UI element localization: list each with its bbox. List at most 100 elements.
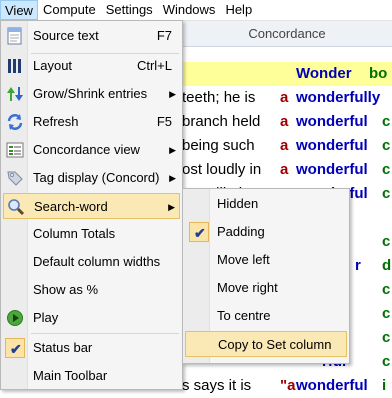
- menu-item-label: Hidden: [217, 196, 259, 211]
- concordance-article: a: [280, 137, 289, 154]
- concordance-keyword: wonderful: [296, 161, 368, 178]
- menu-item-shortcut: F5: [156, 114, 172, 129]
- concordance-right-context: c: [382, 353, 391, 370]
- concordance-keyword: wonderful: [296, 113, 368, 130]
- menu-compute[interactable]: Compute: [38, 0, 101, 20]
- columns-icon: [5, 56, 25, 76]
- concordance-context: ost loudly in: [182, 161, 262, 178]
- concordance-right-context: c: [382, 185, 391, 202]
- concordance-keyword: wonderful: [296, 137, 368, 154]
- submenu-item-hidden[interactable]: Hidden: [185, 191, 347, 217]
- menu-item-label: Main Toolbar: [33, 368, 108, 383]
- concordance-context: being such: [182, 137, 255, 154]
- menu-windows[interactable]: Windows: [158, 0, 221, 20]
- concordance-context: teeth; he is: [182, 89, 256, 106]
- menu-item-show-as-percent[interactable]: Show as %: [3, 277, 180, 303]
- grow-shrink-icon: [5, 84, 25, 104]
- menu-item-source-text[interactable]: Source text F7: [3, 23, 180, 49]
- menu-item-label: Move left: [217, 252, 270, 267]
- menu-item-play[interactable]: Play: [3, 305, 180, 331]
- menu-item-label: Move right: [217, 280, 278, 295]
- menu-item-status-bar[interactable]: ✔ Status bar: [3, 335, 180, 361]
- checkmark-icon: ✔: [189, 222, 209, 242]
- submenu-arrow-icon: ▶: [169, 89, 176, 99]
- concordance-right-context: i: [382, 377, 387, 394]
- submenu-item-padding[interactable]: ✔ Padding: [185, 219, 347, 245]
- concordance-row[interactable]: teeth; he is a wonderfully: [182, 86, 392, 110]
- concordance-right-context: c: [382, 137, 391, 154]
- play-icon: [5, 308, 25, 328]
- concordance-keyword: wonderfully: [296, 89, 381, 106]
- concordance-keyword: r: [355, 257, 361, 274]
- concordance-right-context: c: [382, 329, 391, 346]
- view-menu: Source text F7 Layout Ctrl+L Grow/Shrink…: [0, 20, 183, 390]
- menu-item-label: Default column widths: [33, 254, 161, 269]
- submenu-item-to-centre[interactable]: To centre: [185, 303, 347, 329]
- concordance-row[interactable]: branch held a wonderful c: [182, 110, 392, 134]
- tag-icon: [5, 168, 25, 188]
- search-word-submenu: Hidden ✔ Padding Move left Move right To…: [182, 188, 350, 364]
- menu-item-label: Tag display (Concord): [33, 170, 160, 185]
- menu-item-label: Concordance view: [33, 142, 140, 157]
- concordance-context: s says it is: [182, 377, 252, 394]
- menu-item-label: Grow/Shrink entries: [33, 86, 148, 101]
- concordance-context: branch held: [182, 113, 261, 130]
- concordance-article: a: [280, 89, 289, 106]
- concordance-right-context: c: [382, 281, 391, 298]
- refresh-icon: [5, 112, 25, 132]
- concordance-article: a: [280, 113, 289, 130]
- submenu-item-copy-to-set-column[interactable]: Copy to Set column: [185, 331, 347, 357]
- menu-item-label: Column Totals: [33, 226, 116, 241]
- magnifier-icon: [6, 197, 26, 217]
- header-post: bo: [369, 65, 388, 82]
- menu-item-refresh[interactable]: Refresh F5: [3, 109, 180, 135]
- menu-item-label: Copy to Set column: [218, 337, 332, 352]
- menu-item-search-word[interactable]: Search-word ▶: [3, 193, 180, 219]
- submenu-item-move-right[interactable]: Move right: [185, 275, 347, 301]
- concordance-keyword: wonderful: [296, 377, 368, 394]
- menu-item-concordance-view[interactable]: Concordance view ▶: [3, 137, 180, 163]
- separator: [31, 333, 179, 334]
- menu-item-column-totals[interactable]: Column Totals: [3, 221, 180, 247]
- menu-item-layout[interactable]: Layout Ctrl+L: [3, 53, 180, 79]
- menu-settings[interactable]: Settings: [101, 0, 158, 20]
- list-view-icon: [5, 140, 25, 160]
- document-icon: [5, 26, 25, 46]
- submenu-arrow-icon: ▶: [168, 202, 175, 212]
- menu-item-default-column-widths[interactable]: Default column widths: [3, 249, 180, 275]
- checkmark-icon: ✔: [5, 338, 25, 358]
- concordance-article: a: [280, 161, 289, 178]
- header-keyword: Wonder: [296, 65, 352, 82]
- concordance-right-context: c: [382, 305, 391, 322]
- concordance-row[interactable]: being such a wonderful c: [182, 134, 392, 158]
- menu-help[interactable]: Help: [220, 0, 257, 20]
- menu-item-main-toolbar[interactable]: Main Toolbar: [3, 363, 180, 389]
- concordance-right-context: c: [382, 233, 391, 250]
- menu-item-label: To centre: [217, 308, 271, 323]
- concordance-right-context: dru: [382, 257, 392, 274]
- menu-item-label: Source text: [33, 28, 99, 43]
- concordance-row[interactable]: s says it is "a wonderful i: [182, 374, 392, 398]
- menu-view[interactable]: View: [0, 0, 38, 20]
- submenu-arrow-icon: ▶: [169, 173, 176, 183]
- concordance-right-context: c: [382, 161, 391, 178]
- concordance-header-row[interactable]: Wonder bo: [182, 62, 392, 86]
- concordance-right-context: c: [382, 113, 391, 130]
- concordance-title: Concordance: [182, 21, 392, 47]
- submenu-item-move-left[interactable]: Move left: [185, 247, 347, 273]
- menu-item-label: Layout: [33, 58, 73, 73]
- menu-item-label: Refresh: [33, 114, 79, 129]
- menu-item-label: Search-word: [34, 199, 108, 214]
- concordance-row[interactable]: ost loudly in a wonderful c: [182, 158, 392, 182]
- menu-item-shortcut: Ctrl+L: [136, 58, 172, 73]
- concordance-article: "a: [280, 377, 296, 394]
- menu-item-tag-display[interactable]: Tag display (Concord) ▶: [3, 165, 180, 191]
- menu-item-label: Padding: [217, 224, 265, 239]
- menu-item-shortcut: F7: [156, 28, 172, 43]
- submenu-arrow-icon: ▶: [169, 145, 176, 155]
- menu-item-grow-shrink[interactable]: Grow/Shrink entries ▶: [3, 81, 180, 107]
- menu-item-label: Show as %: [33, 282, 99, 297]
- menu-item-label: Play: [33, 310, 59, 325]
- menubar: View Compute Settings Windows Help: [0, 0, 392, 21]
- menu-item-label: Status bar: [33, 340, 93, 355]
